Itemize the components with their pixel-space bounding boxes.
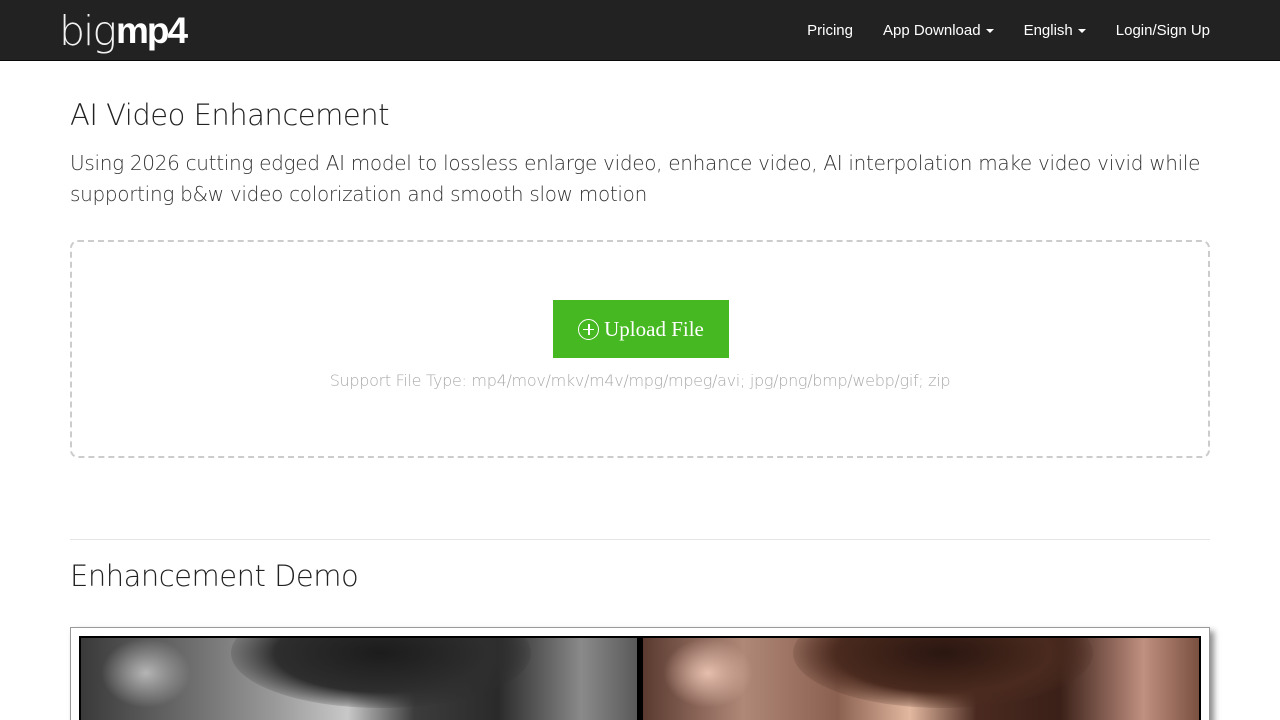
enhancement-demo-frame [70, 627, 1210, 720]
demo-enhanced-color-image [643, 638, 1199, 720]
logo-text-bold: mp4 [116, 10, 188, 51]
nav-links: Pricing App Download English Login/Sign … [777, 0, 1210, 60]
enhancement-demo-image [79, 636, 1201, 720]
nav-pricing-link[interactable]: Pricing [807, 22, 853, 39]
upload-button-label: Upload File [604, 316, 704, 341]
demo-title: Enhancement Demo [70, 559, 359, 593]
upload-dropzone[interactable]: Upload File Support File Type: mp4/mov/m… [70, 240, 1210, 458]
caret-down-icon [1077, 29, 1086, 33]
nav-pricing-label: Pricing [807, 21, 853, 39]
logo-text-light: big [59, 7, 117, 55]
demo-original-bw-image [81, 638, 637, 720]
nav-login-link[interactable]: Login/Sign Up [1116, 22, 1210, 39]
nav-language-label: English [1023, 21, 1073, 39]
nav-login-label: Login/Sign Up [1115, 21, 1210, 39]
bigmp4-logo[interactable]: big mp4 [59, 2, 188, 55]
caret-down-icon [985, 29, 994, 33]
nav-language-dropdown[interactable]: English [1024, 22, 1086, 39]
upload-file-button[interactable]: Upload File [553, 300, 729, 358]
page-title: AI Video Enhancement [70, 98, 389, 132]
nav-app-download-label: App Download [882, 21, 981, 39]
plus-circle-icon [578, 318, 600, 340]
page-subtitle: Using 2026 cutting edged AI model to los… [70, 151, 1201, 206]
supported-file-types: Support File Type: mp4/mov/mkv/m4v/mpg/m… [329, 371, 951, 390]
nav-app-download-dropdown[interactable]: App Download [883, 22, 994, 39]
navbar: big mp4 Pricing App Download English Logi… [0, 0, 1280, 61]
section-divider [70, 539, 1210, 540]
